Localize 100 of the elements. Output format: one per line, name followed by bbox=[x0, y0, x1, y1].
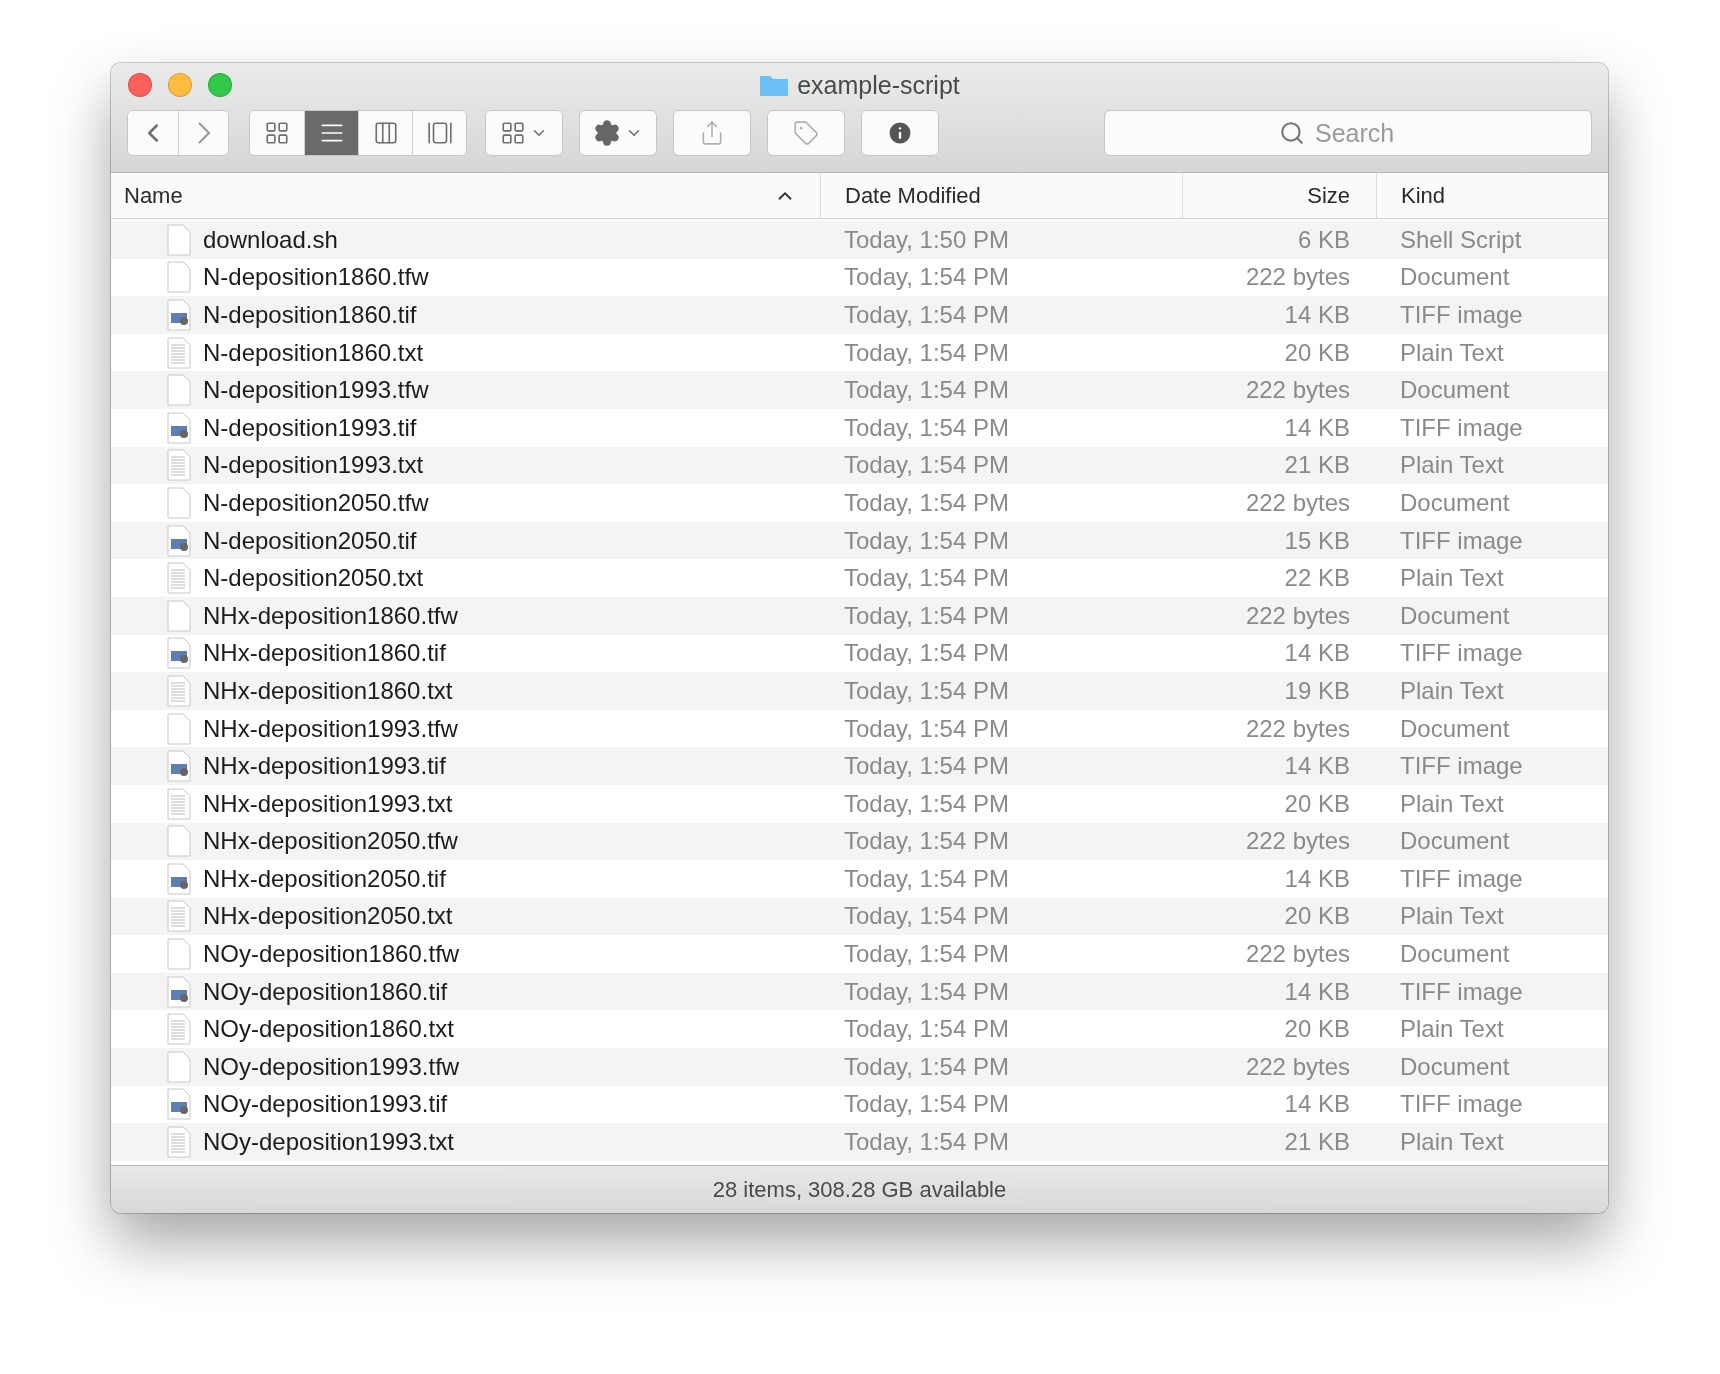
file-row[interactable]: NOy-deposition1860.tif Today, 1:54 PM 14 KB TIFF image bbox=[111, 972, 1608, 1011]
date-cell-text: Today, 1:54 PM bbox=[843, 526, 1010, 555]
date-cell-text: Today, 1:54 PM bbox=[843, 564, 1010, 593]
close-button[interactable] bbox=[128, 73, 152, 97]
file-name: NOy-deposition1993.tif bbox=[203, 1090, 448, 1119]
kind-cell-text: Document bbox=[1399, 376, 1511, 405]
kind-cell-text: TIFF image bbox=[1399, 413, 1524, 442]
file-row[interactable]: NHx-deposition1993.tfw Today, 1:54 PM 222 bytes Document bbox=[111, 709, 1608, 748]
file-row[interactable]: NHx-deposition1993.tif Today, 1:54 PM 14 KB TIFF image bbox=[111, 747, 1608, 785]
file-name: N-deposition2050.txt bbox=[203, 564, 424, 593]
file-name: NOy-deposition1860.tfw bbox=[203, 940, 460, 969]
file-row[interactable]: NHx-deposition2050.tfw Today, 1:54 PM 222 bytes Document bbox=[111, 822, 1608, 861]
size-cell-text: 19 KB bbox=[1283, 676, 1351, 705]
file-row[interactable]: NHx-deposition2050.txt Today, 1:54 PM 20 KB Plain Text bbox=[111, 897, 1608, 936]
file-icon bbox=[167, 261, 191, 294]
kind-cell-text: TIFF image bbox=[1399, 639, 1524, 668]
file-row[interactable]: download.sh Today, 1:50 PM 6 KB Shell Script bbox=[111, 221, 1608, 259]
kind-cell-text: Plain Text bbox=[1399, 338, 1505, 367]
file-row[interactable]: N-deposition1993.tfw Today, 1:54 PM 222 bytes Document bbox=[111, 371, 1608, 409]
file-row[interactable]: NHx-deposition1860.tif Today, 1:54 PM 14 KB TIFF image bbox=[111, 634, 1608, 673]
list-view-button[interactable] bbox=[304, 111, 358, 155]
file-name: N-deposition1993.txt bbox=[203, 451, 424, 480]
file-name: NHx-deposition2050.txt bbox=[203, 902, 453, 931]
date-cell-text: Today, 1:54 PM bbox=[843, 263, 1010, 292]
file-name: N-deposition1860.tfw bbox=[203, 263, 429, 292]
text-file-icon bbox=[167, 562, 191, 595]
gear-icon bbox=[593, 119, 621, 147]
settings-button[interactable] bbox=[580, 111, 656, 155]
date-cell-text: Today, 1:54 PM bbox=[843, 413, 1010, 442]
file-row[interactable]: N-deposition1860.tfw Today, 1:54 PM 222 bytes Document bbox=[111, 258, 1608, 297]
size-cell-text: 14 KB bbox=[1283, 752, 1351, 781]
search-field[interactable]: Search bbox=[1104, 110, 1592, 156]
size-cell-text: 222 bytes bbox=[1244, 376, 1351, 405]
size-cell-text: 222 bytes bbox=[1244, 601, 1351, 630]
file-row[interactable]: NOy-deposition1860.tfw Today, 1:54 PM 222 bytes Document bbox=[111, 935, 1608, 973]
image-file-icon bbox=[167, 524, 191, 557]
file-icon bbox=[167, 712, 191, 745]
kind-cell-text: TIFF image bbox=[1399, 864, 1524, 893]
search-input[interactable]: Search bbox=[1313, 117, 1417, 149]
image-file-icon bbox=[167, 1088, 191, 1121]
tag-icon bbox=[793, 120, 819, 146]
file-name: NHx-deposition1993.tif bbox=[203, 752, 446, 781]
file-row[interactable]: NHx-deposition1993.txt Today, 1:54 PM 20 KB Plain Text bbox=[111, 784, 1608, 823]
size-cell-text: 222 bytes bbox=[1244, 488, 1351, 517]
arrange-button[interactable] bbox=[486, 111, 562, 155]
kind-cell-text: Document bbox=[1399, 714, 1511, 743]
column-header[interactable]: Date Modified bbox=[820, 173, 1182, 218]
file-row[interactable]: N-deposition2050.tif Today, 1:54 PM 15 KB TIFF image bbox=[111, 521, 1608, 560]
kind-cell-text: Plain Text bbox=[1399, 451, 1505, 480]
kind-cell-text: Document bbox=[1399, 940, 1511, 969]
kind-cell-text: Document bbox=[1399, 827, 1511, 856]
info-button[interactable] bbox=[862, 111, 938, 155]
gallery-view-button[interactable] bbox=[412, 111, 466, 155]
image-file-icon bbox=[167, 411, 191, 444]
file-row[interactable]: N-deposition1860.txt Today, 1:54 PM 20 KB Plain Text bbox=[111, 333, 1608, 372]
date-cell-text: Today, 1:54 PM bbox=[843, 827, 1010, 856]
kind-cell-text: TIFF image bbox=[1399, 1090, 1524, 1119]
kind-cell-text: Plain Text bbox=[1399, 1128, 1505, 1157]
file-icon bbox=[167, 486, 191, 519]
file-row[interactable]: NOy-deposition1993.tif Today, 1:54 PM 14 KB TIFF image bbox=[111, 1085, 1608, 1124]
date-cell-text: Today, 1:54 PM bbox=[843, 714, 1010, 743]
file-row[interactable]: N-deposition2050.txt Today, 1:54 PM 22 KB Plain Text bbox=[111, 559, 1608, 597]
name-column-header[interactable]: Name bbox=[111, 173, 820, 218]
grid-icon bbox=[264, 120, 290, 146]
zoom-button[interactable] bbox=[208, 73, 232, 97]
file-row[interactable]: NOy-deposition1993.txt Today, 1:54 PM 21 KB Plain Text bbox=[111, 1123, 1608, 1161]
kind-cell-text: TIFF image bbox=[1399, 752, 1524, 781]
file-row[interactable]: NHx-deposition2050.tif Today, 1:54 PM 14 KB TIFF image bbox=[111, 860, 1608, 898]
file-row[interactable]: N-deposition1993.tif Today, 1:54 PM 14 KB TIFF image bbox=[111, 408, 1608, 447]
text-file-icon bbox=[167, 336, 191, 369]
date-cell-text: Today, 1:54 PM bbox=[843, 1015, 1010, 1044]
file-row[interactable]: N-deposition1860.tif Today, 1:54 PM 14 KB TIFF image bbox=[111, 296, 1608, 334]
size-cell-text: 20 KB bbox=[1283, 789, 1351, 818]
column-header[interactable]: Size bbox=[1182, 173, 1376, 218]
file-name: NHx-deposition1993.tfw bbox=[203, 714, 458, 743]
file-icon bbox=[167, 825, 191, 858]
file-name: download.sh bbox=[203, 225, 338, 254]
image-file-icon bbox=[167, 862, 191, 895]
file-row[interactable]: N-deposition1993.txt Today, 1:54 PM 21 KB Plain Text bbox=[111, 446, 1608, 485]
kind-cell-text: Shell Script bbox=[1399, 225, 1523, 254]
file-row[interactable]: N-deposition2050.tfw Today, 1:54 PM 222 bytes Document bbox=[111, 484, 1608, 522]
date-cell-text: Today, 1:54 PM bbox=[843, 789, 1010, 818]
size-cell-text: 14 KB bbox=[1283, 639, 1351, 668]
file-row[interactable]: NHx-deposition1860.tfw Today, 1:54 PM 222 bytes Document bbox=[111, 596, 1608, 635]
grid-icon bbox=[500, 120, 526, 146]
file-row[interactable]: NOy-deposition1860.txt Today, 1:54 PM 20 KB Plain Text bbox=[111, 1010, 1608, 1049]
file-name: N-deposition1860.txt bbox=[203, 338, 424, 367]
file-row[interactable]: NHx-deposition1860.txt Today, 1:54 PM 19 KB Plain Text bbox=[111, 672, 1608, 710]
kind-cell-text: Document bbox=[1399, 601, 1511, 630]
size-cell-text: 15 KB bbox=[1283, 526, 1351, 555]
kind-cell-text: Document bbox=[1399, 1052, 1511, 1081]
column-header[interactable]: Kind bbox=[1376, 173, 1608, 218]
file-icon bbox=[167, 1050, 191, 1083]
size-cell-text: 222 bytes bbox=[1244, 263, 1351, 292]
date-cell-text: Today, 1:54 PM bbox=[843, 977, 1010, 1006]
kind-cell-text: TIFF image bbox=[1399, 301, 1524, 329]
file-name: NHx-deposition2050.tfw bbox=[203, 827, 458, 856]
forward-button[interactable] bbox=[178, 111, 228, 155]
file-name: N-deposition2050.tif bbox=[203, 526, 417, 555]
file-row[interactable]: NOy-deposition1993.tfw Today, 1:54 PM 222 bytes Document bbox=[111, 1048, 1608, 1086]
